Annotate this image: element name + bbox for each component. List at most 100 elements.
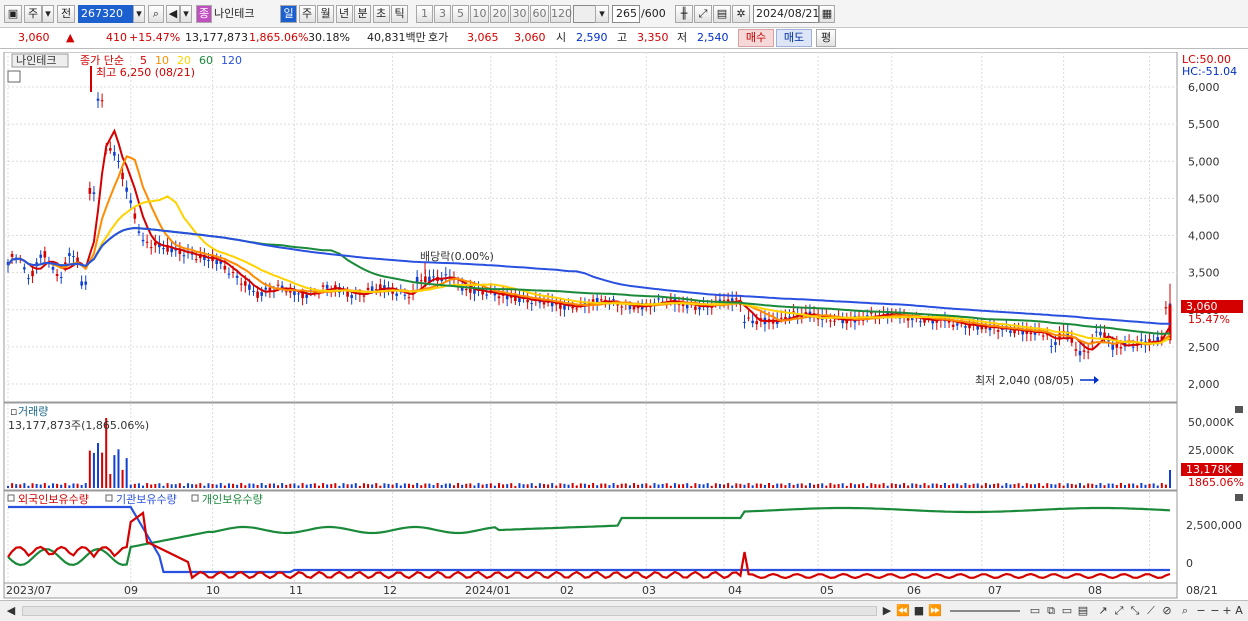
layout-icon-3[interactable]: ▭	[1060, 604, 1074, 618]
fib-tool-icon[interactable]: ⤡	[1128, 604, 1142, 618]
volume-bar	[935, 483, 938, 488]
price-tick-label: 4,500	[1188, 192, 1220, 205]
code-dropdown-icon[interactable]: ▾	[133, 5, 145, 23]
stock-code-input[interactable]: 267320	[78, 5, 133, 23]
buy-button[interactable]: 매수	[738, 29, 774, 47]
interval-1[interactable]: 1	[416, 5, 433, 23]
volume-bar	[76, 483, 79, 488]
horizontal-scrollbar[interactable]	[22, 606, 877, 616]
volume-bar	[68, 485, 71, 488]
volume-bar	[137, 483, 140, 488]
scroll-right-icon[interactable]: ▶	[880, 604, 894, 618]
volume-bar	[542, 484, 545, 488]
holding-legend-0: 외국인보유수량	[18, 493, 89, 506]
volume-bar	[1025, 483, 1028, 488]
volume-bar	[1001, 485, 1004, 488]
font-size-icon[interactable]: A	[1232, 604, 1246, 618]
calendar-icon[interactable]: ▦	[819, 5, 835, 23]
candle-body	[432, 276, 435, 278]
interval-60[interactable]: 60	[530, 5, 549, 23]
volume-bar	[1083, 485, 1086, 488]
bottom-toolbar: ◀ ▶ ⏪ ■ ⏩ ▭ ⧉ ▭ ▤ ↗ ⤢ ⤡ ⟋ ⊘ ⌕ − − + A	[0, 600, 1248, 621]
interval-dropdown-icon[interactable]: ▾	[595, 5, 609, 23]
market-dropdown-icon[interactable]: ▾	[42, 5, 54, 23]
volume-bar	[956, 483, 959, 488]
period-4[interactable]: 분	[354, 5, 371, 23]
period-6[interactable]: 틱	[391, 5, 408, 23]
volume-bar	[264, 485, 267, 488]
speaker-dropdown-icon[interactable]: ▾	[180, 5, 192, 23]
pattern-tool-icon[interactable]: ⟋	[1144, 604, 1158, 618]
sell-button[interactable]: 매도	[776, 29, 812, 47]
interval-20[interactable]: 20	[490, 5, 509, 23]
erase-tool-icon[interactable]: ⊘	[1160, 604, 1174, 618]
volume-bar	[702, 484, 705, 488]
data-count-input[interactable]: 265	[612, 5, 640, 23]
volume-bar	[178, 483, 181, 488]
stop-icon[interactable]: ■	[912, 604, 926, 618]
candle-body	[403, 294, 407, 296]
candle-body	[121, 172, 124, 180]
main-toolbar: ▣ 주 ▾ 전 267320 ▾ ⌕ ◀ ▾ 종 나인테크 일주월년분초틱 13…	[0, 0, 1248, 28]
interval-30[interactable]: 30	[510, 5, 529, 23]
scroll-left-icon[interactable]: ◀	[4, 604, 18, 618]
volume-bar	[1042, 485, 1045, 488]
gear-icon[interactable]: ✲	[732, 5, 750, 23]
period-5[interactable]: 초	[372, 5, 390, 23]
zoom-search-icon[interactable]: ⌕	[1178, 604, 1192, 618]
volume-bar	[849, 483, 852, 488]
price-tick-label: 2,000	[1188, 378, 1220, 391]
period-0[interactable]: 일	[280, 5, 297, 23]
layout-icon-1[interactable]: ▭	[1028, 604, 1042, 618]
volume-bar	[555, 485, 558, 488]
layout-icon-2[interactable]: ⧉	[1044, 604, 1058, 618]
x-axis-label: 2023/07	[6, 584, 52, 597]
prev-button[interactable]: 전	[57, 5, 75, 23]
volume-bar	[1156, 485, 1159, 488]
volume-bar	[43, 483, 46, 488]
chart-area[interactable]: 6,0005,5005,0004,5004,0003,5003,0002,500…	[0, 52, 1248, 600]
volume-bar	[1021, 485, 1024, 488]
interval-120[interactable]: 120	[550, 5, 572, 23]
window-menu-icon[interactable]: ▣	[4, 5, 22, 23]
volume-bar	[1033, 484, 1036, 488]
stock-type-badge: 종	[196, 5, 212, 23]
candle-icon[interactable]: ╫	[675, 5, 693, 23]
date-input[interactable]: 2024/08/21	[753, 5, 819, 23]
layout-icon-4[interactable]: ▤	[1076, 604, 1090, 618]
volume-panel-close-icon[interactable]	[1235, 406, 1243, 413]
volume-bar	[907, 485, 910, 488]
line-tool-icon[interactable]: ↗	[1096, 604, 1110, 618]
interval-10[interactable]: 10	[470, 5, 489, 23]
candle-body	[235, 275, 239, 278]
rewind-icon[interactable]: ⏪	[896, 604, 910, 618]
volume-bar	[101, 452, 104, 488]
price-tag: 3,060	[1186, 300, 1218, 313]
interval-5[interactable]: 5	[452, 5, 469, 23]
save-icon[interactable]: ▤	[713, 5, 731, 23]
zoom-slider[interactable]	[950, 610, 1020, 612]
volume-bar	[481, 484, 484, 488]
period-1[interactable]: 주	[298, 5, 316, 23]
x-axis-label: 08	[1088, 584, 1102, 597]
drawing-tool-icon[interactable]: ⤢	[694, 5, 712, 23]
period-2[interactable]: 월	[317, 5, 334, 23]
zoom-out-icon[interactable]: −	[1194, 604, 1208, 618]
search-icon[interactable]: ⌕	[148, 5, 164, 23]
fast-forward-icon[interactable]: ⏩	[928, 604, 942, 618]
volume-bar	[1095, 484, 1098, 488]
holding-panel-close-icon[interactable]	[1235, 494, 1243, 501]
eval-button[interactable]: 평	[816, 29, 836, 47]
volume-bar	[690, 485, 693, 488]
interval-3[interactable]: 3	[434, 5, 451, 23]
market-button[interactable]: 주	[24, 5, 42, 23]
candle-body	[80, 281, 83, 286]
volume-bar	[718, 483, 721, 488]
volume-bar	[1078, 483, 1081, 488]
volume-bar	[874, 484, 877, 488]
period-3[interactable]: 년	[335, 5, 353, 23]
trend-tool-icon[interactable]: ⤢	[1112, 604, 1126, 618]
volume-bar	[518, 483, 521, 488]
speaker-icon[interactable]: ◀	[166, 5, 180, 23]
chart-settings-icon[interactable]	[7, 70, 21, 83]
